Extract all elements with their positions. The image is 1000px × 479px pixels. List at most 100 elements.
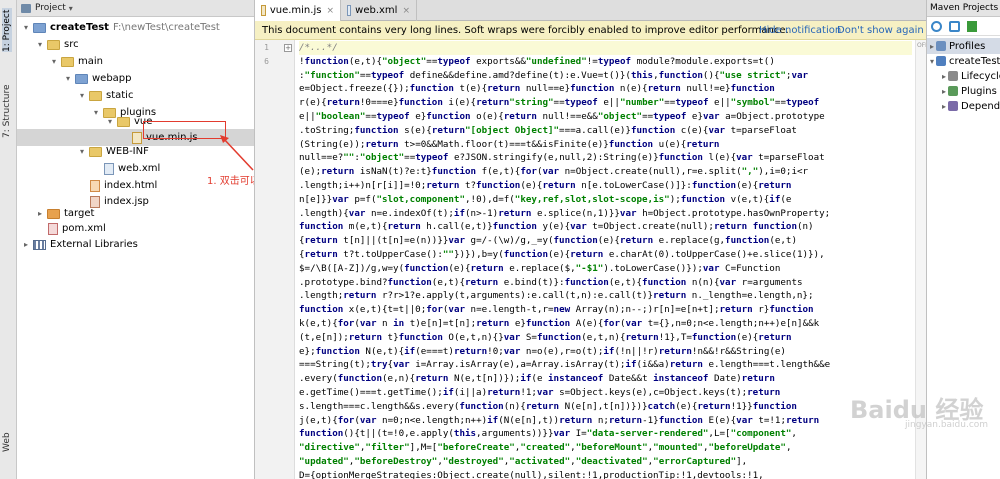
maven-item-plugins[interactable]: ▸ Plugins: [927, 83, 997, 99]
tree-item-label: target: [64, 208, 95, 219]
line-number: 1: [264, 43, 269, 52]
add-icon[interactable]: [967, 20, 977, 32]
code-line[interactable]: "directive","filter"],M=["beforeCreate",…: [299, 441, 912, 455]
collapsed-arrow-icon[interactable]: ▸: [21, 240, 31, 249]
code-line[interactable]: .every(function(e,n){return N(e,t[n])});…: [299, 372, 912, 386]
tree-item-label: createTest: [50, 22, 109, 33]
expanded-arrow-icon[interactable]: ▾: [63, 74, 73, 83]
code-content[interactable]: /*...*/!function(e,t){"object"==typeof e…: [299, 40, 912, 479]
maven-panel-title: Maven Projects: [927, 0, 1000, 17]
close-icon[interactable]: ×: [326, 6, 334, 16]
expanded-arrow-icon[interactable]: ▾: [930, 57, 934, 66]
expanded-arrow-icon[interactable]: ▾: [49, 57, 59, 66]
target-folder-icon: [47, 208, 60, 219]
html-file-icon: [90, 179, 100, 192]
tree-item-label: index.html: [104, 180, 158, 191]
code-line[interactable]: e||"boolean"==typeof e}function o(e){ret…: [299, 110, 912, 124]
code-line[interactable]: e=Object.freeze({});function t(e){return…: [299, 82, 912, 96]
code-line[interactable]: null==e?"":"object"==typeof e?JSON.strin…: [299, 151, 912, 165]
code-line[interactable]: e.getTime()===t.getTime();if(i||a)return…: [299, 386, 912, 400]
maven-item-dependencies[interactable]: ▸ Dependencies: [927, 98, 1000, 114]
dont-show-again-link[interactable]: Don't show again: [837, 25, 924, 36]
code-line[interactable]: function x(e,t){t=t||0;for(var n=e.lengt…: [299, 303, 912, 317]
code-line[interactable]: n[e]}}var p=f("slot,component",!0),d=f("…: [299, 193, 912, 207]
code-line[interactable]: "updated","beforeDestroy","destroyed","a…: [299, 455, 912, 469]
code-line[interactable]: .length;i++)n[r[i]]=!0;return t?function…: [299, 179, 912, 193]
lifecycle-icon: [948, 71, 959, 81]
expanded-arrow-icon[interactable]: ▾: [105, 117, 115, 126]
code-line[interactable]: .length;return r?r>1?e.apply(t,arguments…: [299, 289, 912, 303]
project-panel: Project ▾ ▾ createTest F:\newTest\createTe…: [17, 0, 255, 479]
code-line[interactable]: :"function"==typeof define&&define.amd?d…: [299, 69, 912, 83]
maven-item-label: Dependencies: [961, 100, 1000, 112]
expanded-arrow-icon[interactable]: ▾: [77, 147, 87, 156]
maven-project-icon: [936, 56, 947, 66]
expanded-arrow-icon[interactable]: ▾: [21, 23, 31, 32]
refresh-icon[interactable]: [931, 20, 942, 32]
tree-item-external-libraries[interactable]: ▸ External Libraries: [17, 236, 254, 253]
code-line[interactable]: .length){var n=e.indexOf(t);if(n>-1)retu…: [299, 207, 912, 221]
code-line[interactable]: e};function N(e,t){if(e===t)return!0;var…: [299, 345, 912, 359]
collapsed-arrow-icon[interactable]: ▸: [35, 209, 45, 218]
code-line[interactable]: function(){t||(t=!0,e.apply(this,argumen…: [299, 427, 912, 441]
tree-item-label: webapp: [92, 73, 132, 84]
project-view-icon: [21, 3, 31, 13]
editor-tabs: vue.min.js × web.xml ×: [255, 0, 926, 21]
code-line[interactable]: (e);return isNaN(t)?e:t}function f(e,t){…: [299, 165, 912, 179]
maven-item-lifecycle[interactable]: ▸ Lifecycle: [927, 68, 1000, 84]
collapsed-arrow-icon[interactable]: ▸: [942, 102, 946, 111]
code-line[interactable]: ===String(t);try{var i=Array.isArray(e),…: [299, 358, 912, 372]
dropdown-arrow-icon[interactable]: ▾: [69, 4, 73, 13]
code-line[interactable]: {return t[n]||(t[n]=e(n))}}var g=/-(\w)/…: [299, 234, 912, 248]
web-tool-tab[interactable]: Web: [2, 428, 12, 452]
code-line[interactable]: D={optionMergeStrategies:Object.create(n…: [299, 469, 912, 479]
fold-expand-icon[interactable]: +: [284, 44, 292, 52]
tab-web-xml[interactable]: web.xml ×: [341, 0, 417, 21]
maven-item-profiles[interactable]: ▸ Profiles: [927, 38, 1000, 54]
project-panel-header[interactable]: Project ▾: [17, 0, 254, 17]
code-line[interactable]: /*...*/: [299, 41, 912, 55]
collapsed-arrow-icon[interactable]: ▸: [942, 87, 946, 96]
maven-item-createtest[interactable]: ▾ createTest: [927, 53, 1000, 69]
code-line[interactable]: (String(e));return t>=0&&Math.floor(t)==…: [299, 138, 912, 152]
highlight-box: [143, 121, 226, 139]
hide-notification-link[interactable]: Hide notification: [759, 25, 841, 36]
code-line[interactable]: k(e,t){for(var n in t)e[n]=t[n];return e…: [299, 317, 912, 331]
tree-item-src[interactable]: ▾ src: [17, 36, 254, 53]
tab-vue-min-js[interactable]: vue.min.js ×: [255, 0, 341, 21]
expanded-arrow-icon[interactable]: ▾: [35, 40, 45, 49]
web-folder-icon: [75, 73, 88, 84]
collapsed-arrow-icon[interactable]: ▸: [942, 72, 946, 81]
tree-item-static[interactable]: ▾ static: [17, 87, 254, 104]
expanded-arrow-icon[interactable]: ▾: [77, 91, 87, 100]
code-line[interactable]: !function(e,t){"object"==typeof exports&…: [299, 55, 912, 69]
maven-toolbar: [927, 17, 1000, 36]
code-line[interactable]: .toString;function s(e){return"[object O…: [299, 124, 912, 138]
code-line[interactable]: $=/\B([A-Z])/g,w=y(function(e){return e.…: [299, 262, 912, 276]
code-line[interactable]: .prototype.bind?function(e,t){return e.b…: [299, 276, 912, 290]
code-line[interactable]: r(e){return!0===e}function i(e){return"s…: [299, 96, 912, 110]
maven-item-label: Lifecycle: [961, 70, 1000, 82]
code-line[interactable]: j(e,t){for(var n=0;n<e.length;n++)if(N(e…: [299, 414, 912, 428]
tree-item-createtest[interactable]: ▾ createTest F:\newTest\createTest: [17, 19, 254, 36]
tree-item-label: main: [78, 56, 103, 67]
tree-item-label: static: [106, 90, 134, 101]
tree-item-pom-xml[interactable]: pom.xml: [17, 220, 254, 237]
xml-file-icon: [104, 162, 114, 175]
generate-sources-icon[interactable]: [949, 20, 960, 32]
code-line[interactable]: s.length===c.length&&s.every(function(n)…: [299, 400, 912, 414]
structure-tool-tab[interactable]: 7: Structure: [2, 78, 12, 139]
code-line[interactable]: {return t?t.toUpperCase():""})}),b=y(fun…: [299, 248, 912, 262]
line-number-gutter: 1 6 +: [255, 40, 295, 479]
xml-file-icon: [347, 5, 352, 16]
code-line[interactable]: function m(e,t){return h.call(e,t)}funct…: [299, 220, 912, 234]
code-line[interactable]: (t,e[n]);return t}function O(e,t,n){}var…: [299, 331, 912, 345]
project-tool-tab[interactable]: 1: Project: [2, 8, 12, 52]
folder-icon: [47, 39, 60, 50]
tree-item-webapp[interactable]: ▾ webapp: [17, 70, 254, 87]
tree-item-main[interactable]: ▾ main: [17, 53, 254, 70]
close-icon[interactable]: ×: [402, 6, 410, 16]
maven-item-label: Profiles: [949, 40, 986, 52]
library-icon: [33, 239, 46, 250]
collapsed-arrow-icon[interactable]: ▸: [930, 42, 934, 51]
